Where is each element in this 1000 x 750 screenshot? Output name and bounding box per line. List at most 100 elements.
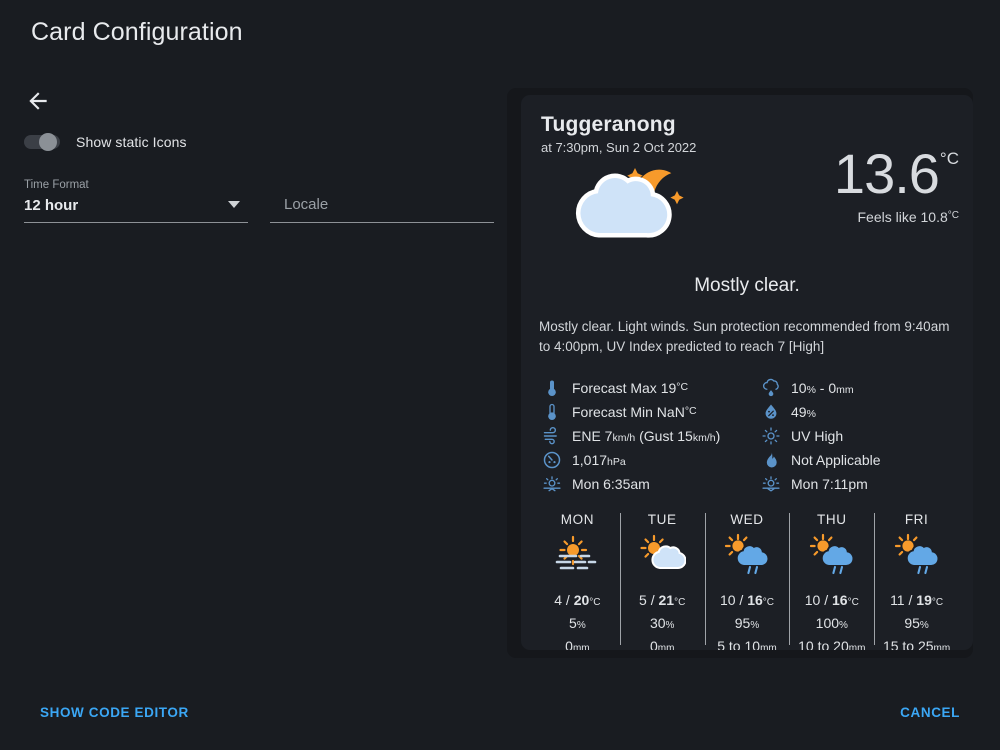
toggle-thumb: [39, 133, 57, 151]
forecast-temps: 11 / 19°C: [890, 592, 944, 608]
forecast-temps: 5 / 21°C: [639, 592, 686, 608]
current-temperature-unit: °C: [939, 149, 959, 168]
forecast-day-label: TUE: [647, 512, 677, 527]
detail-rain-chance-text: 10% - 0mm: [791, 380, 854, 396]
gauge-icon: [543, 451, 561, 469]
feels-like-value: 10.8: [920, 209, 948, 225]
forecast-pop: 30%: [649, 615, 675, 631]
weather-details: Forecast Max 19°C Forecast Min NaN°C ENE…: [521, 376, 973, 496]
weather-card-header: Tuggeranong at 7:30pm, Sun 2 Oct 2022 13…: [521, 95, 973, 238]
moon-behind-cloud-icon: [575, 168, 684, 238]
detail-forecast-max: Forecast Max 19°C: [541, 376, 748, 400]
detail-humidity-text: 49%: [791, 404, 816, 420]
sun-cloud-icon: [640, 534, 687, 570]
time-format-select[interactable]: Time Format 12 hour: [24, 177, 248, 223]
current-temperature-block: 13.6 °C Feels like 10.8°C: [833, 142, 959, 226]
forecast-day-label: WED: [730, 512, 764, 527]
forecast-day-label: MON: [560, 512, 595, 527]
sunset-icon: [762, 476, 780, 492]
forecast-day-fri: FRI 11 / 19°C 95% 15 to 25mm: [874, 512, 959, 650]
detail-forecast-max-text: Forecast Max 19°C: [572, 380, 689, 396]
rain-chance-icon: [763, 378, 779, 397]
thermometer-high-icon: [548, 380, 556, 396]
forecast-icon-wrap: [622, 533, 703, 575]
forecast-rain: 5 to 10mm: [717, 638, 777, 650]
forecast-day-label: THU: [817, 512, 847, 527]
forecast-day-label: FRI: [904, 512, 929, 527]
uv-icon: [762, 427, 780, 445]
feels-like: Feels like 10.8°C: [834, 209, 959, 225]
card-configuration-dialog: Card Configuration Show static Icons Tim…: [0, 0, 1000, 750]
fire-danger-icon: [766, 452, 777, 468]
detail-sunset-text: Mon 7:11pm: [791, 476, 868, 492]
thermometer-low-icon: [548, 403, 556, 420]
forecast-pop: 5%: [569, 615, 586, 631]
forecast-day-mon: MON 4 / 20°C 5% 0mm: [535, 512, 620, 650]
cancel-button[interactable]: CANCEL: [900, 705, 960, 720]
forecast-pop: 95%: [904, 615, 929, 631]
forecast-rain: 0mm: [649, 638, 675, 650]
forecast-day-thu: THU 10 / 16°C 100% 10 to 20mm: [789, 512, 874, 650]
detail-uv: UV High: [760, 424, 955, 448]
forecast-day-wed: WED 10 / 16°C 95% 5 to 10mm: [704, 512, 790, 650]
weather-description: Mostly clear. Light winds. Sun protectio…: [539, 319, 950, 354]
wind-icon: [543, 426, 557, 445]
detail-wind-text: ENE 7km/h (Gust 15km/h): [572, 428, 721, 444]
detail-pressure: 1,017hPa: [541, 448, 748, 472]
feels-like-prefix: Feels like: [857, 209, 917, 225]
page-title: Card Configuration: [31, 18, 243, 46]
detail-fire-danger-text: Not Applicable: [791, 452, 881, 468]
locale-placeholder: Locale: [284, 196, 329, 213]
sun-cloud-rain-icon: [894, 533, 940, 575]
weather-card: Tuggeranong at 7:30pm, Sun 2 Oct 2022 13…: [521, 95, 973, 650]
locale-input[interactable]: Locale: [270, 177, 494, 223]
weather-summary: Mostly clear.: [694, 275, 800, 296]
detail-forecast-min-text: Forecast Min NaN°C: [572, 404, 697, 420]
weather-city: Tuggeranong: [541, 113, 676, 136]
show-static-icons-toggle[interactable]: [24, 133, 60, 151]
config-pane: Show static Icons Time Format 12 hour Lo…: [0, 88, 500, 223]
forecast-pop: 100%: [815, 615, 848, 631]
show-static-icons-row[interactable]: Show static Icons: [0, 133, 500, 151]
chevron-down-icon[interactable]: [228, 201, 240, 208]
forecast-rain: 15 to 25mm: [882, 638, 951, 650]
forecast-icon-wrap: [791, 533, 872, 575]
forecast-rain: 0mm: [565, 638, 590, 650]
card-preview-container: Tuggeranong at 7:30pm, Sun 2 Oct 2022 13…: [507, 88, 973, 658]
forecast-rain: 10 to 20mm: [798, 638, 866, 650]
details-right-column: 10% - 0mm 49% UV High Not Applicable Mon…: [748, 376, 955, 496]
sunrise-icon: [543, 476, 561, 492]
detail-forecast-min: Forecast Min NaN°C: [541, 400, 748, 424]
forecast-icon-wrap: [707, 533, 788, 575]
detail-wind: ENE 7km/h (Gust 15km/h): [541, 424, 748, 448]
feels-like-unit: °C: [947, 210, 959, 221]
back-row: [0, 88, 500, 114]
show-code-editor-button[interactable]: SHOW CODE EDITOR: [40, 705, 189, 720]
show-static-icons-label: Show static Icons: [76, 134, 187, 150]
time-format-label: Time Format: [24, 179, 89, 191]
current-temperature: 13.6: [833, 142, 940, 205]
forecast-icon-wrap: [876, 533, 957, 575]
sun-cloud-rain-icon: [724, 533, 770, 575]
forecast-temps: 10 / 16°C: [804, 592, 859, 608]
detail-sunrise-text: Mon 6:35am: [572, 476, 650, 492]
forecast-temps: 4 / 20°C: [554, 592, 601, 608]
detail-humidity: 49%: [760, 400, 955, 424]
arrow-left-icon[interactable]: [25, 88, 51, 114]
config-fields-row: Time Format 12 hour Locale: [0, 177, 500, 223]
detail-rain-chance: 10% - 0mm: [760, 376, 955, 400]
detail-pressure-text: 1,017hPa: [572, 452, 626, 468]
forecast-temps: 10 / 16°C: [719, 592, 775, 608]
weather-forecast-row: MON 4 / 20°C 5% 0mm TUE 5 / 21°C 30% 0mm…: [521, 512, 973, 650]
detail-uv-text: UV High: [791, 428, 844, 444]
time-format-value: 12 hour: [24, 197, 79, 214]
forecast-pop: 95%: [734, 615, 760, 631]
detail-sunset: Mon 7:11pm: [760, 472, 955, 496]
forecast-icon-wrap: [537, 533, 618, 575]
details-left-column: Forecast Max 19°C Forecast Min NaN°C ENE…: [541, 376, 748, 496]
sun-cloud-rain-icon: [809, 533, 855, 575]
detail-sunrise: Mon 6:35am: [541, 472, 748, 496]
detail-fire-danger: Not Applicable: [760, 448, 955, 472]
sun-haze-icon: [556, 535, 597, 570]
forecast-day-tue: TUE 5 / 21°C 30% 0mm: [619, 512, 705, 650]
